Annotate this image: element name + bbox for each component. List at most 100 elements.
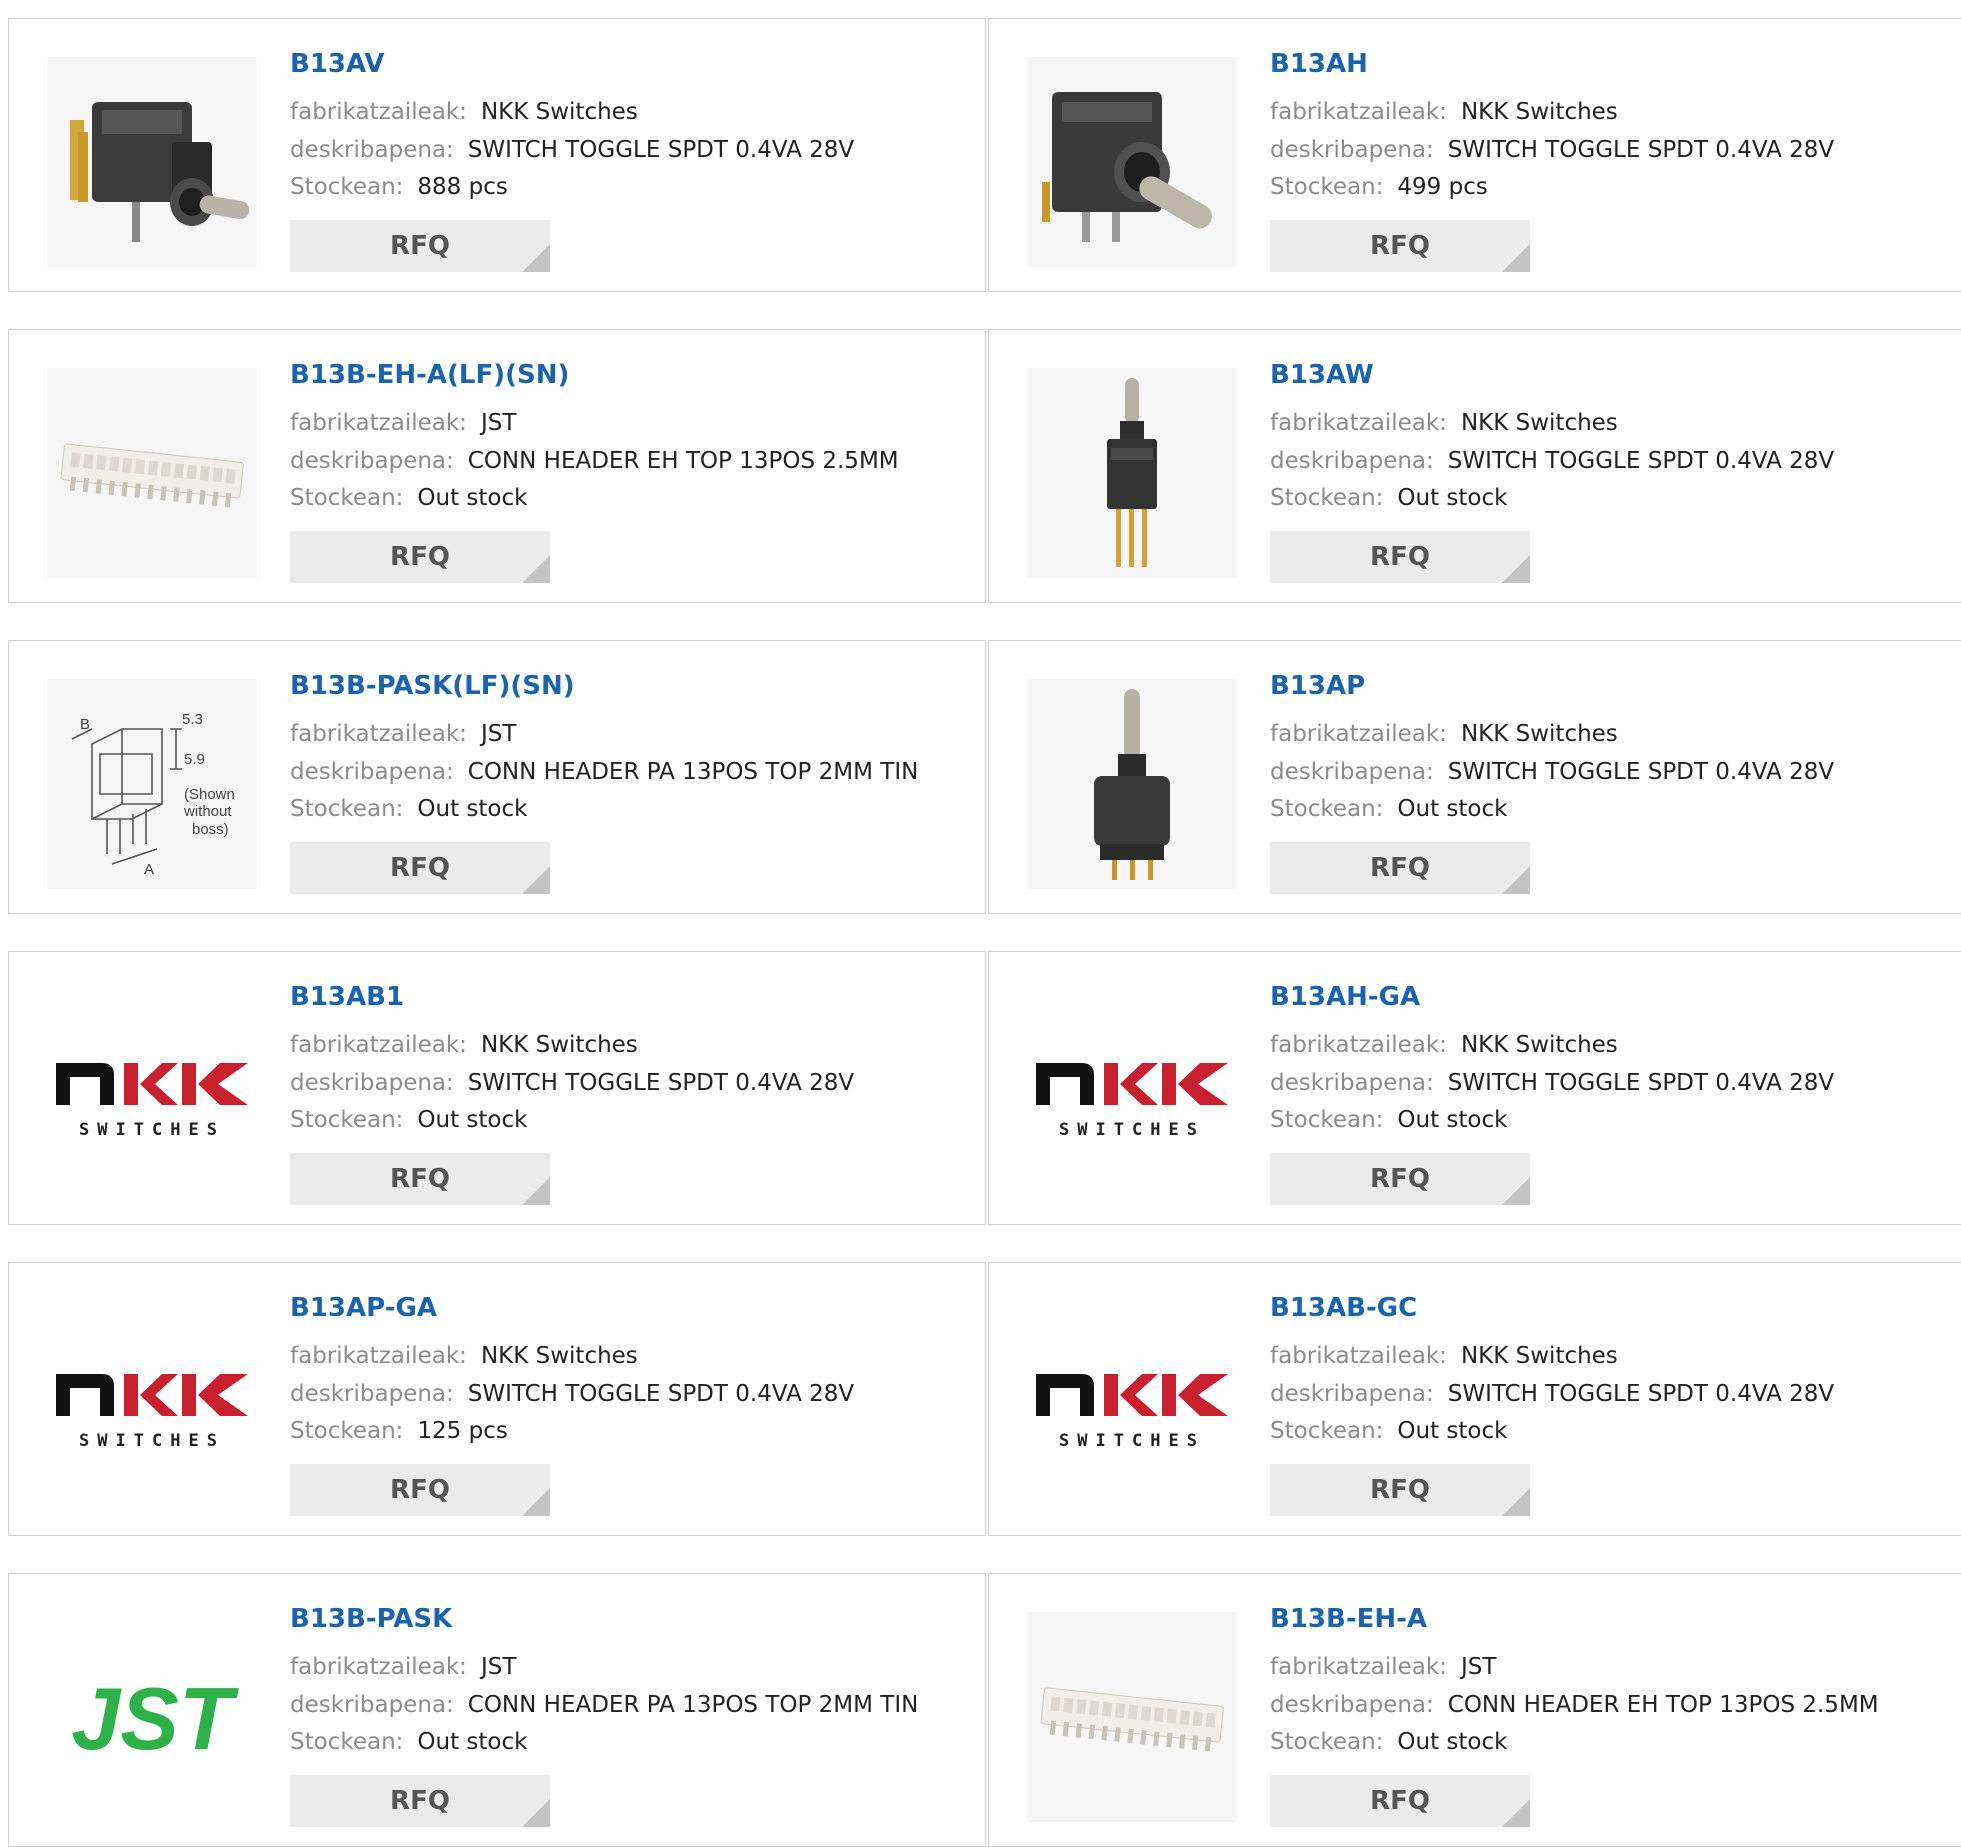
manufacturer-value: JST	[1460, 1654, 1497, 1680]
description-label: deskribapena:	[290, 137, 454, 163]
description-value: SWITCH TOGGLE SPDT 0.4VA 28V	[1447, 759, 1835, 785]
description-row: deskribapena: SWITCH TOGGLE SPDT 0.4VA 28…	[1270, 759, 1834, 785]
stock-value: Out stock	[1397, 796, 1508, 822]
stock-row: Stockean: 125 pcs	[290, 1418, 508, 1444]
rfq-label: RFQ	[1370, 1164, 1430, 1194]
product-part-link[interactable]: B13AB-GC	[1270, 1293, 1417, 1323]
manufacturer-label: fabrikatzaileak:	[290, 99, 467, 125]
manufacturer-label: fabrikatzaileak:	[1270, 721, 1447, 747]
product-image[interactable]	[1027, 1612, 1237, 1822]
nkk-logo[interactable]: SWITCHES	[47, 990, 257, 1200]
product-image[interactable]	[47, 57, 257, 267]
manufacturer-row: fabrikatzaileak: NKK Switches	[1270, 1343, 1618, 1369]
stock-row: Stockean: 499 pcs	[1270, 174, 1488, 200]
stock-row: Stockean: 888 pcs	[290, 174, 508, 200]
rfq-label: RFQ	[1370, 853, 1430, 883]
corner-triangle-icon	[1502, 555, 1530, 583]
product-part-link[interactable]: B13B-PASK	[290, 1604, 452, 1634]
description-label: deskribapena:	[1270, 1692, 1434, 1718]
manufacturer-row: fabrikatzaileak: NKK Switches	[1270, 410, 1618, 436]
manufacturer-value: NKK Switches	[1460, 410, 1618, 436]
product-image[interactable]	[1027, 57, 1237, 267]
rfq-button[interactable]: RFQ	[1270, 842, 1530, 894]
svg-text:SWITCHES: SWITCHES	[1059, 1120, 1205, 1140]
product-part-link[interactable]: B13AW	[1270, 360, 1374, 390]
rfq-button[interactable]: RFQ	[1270, 220, 1530, 272]
rfq-button[interactable]: RFQ	[1270, 1464, 1530, 1516]
stock-row: Stockean: Out stock	[290, 1729, 527, 1755]
description-row: deskribapena: SWITCH TOGGLE SPDT 0.4VA 28…	[290, 1070, 854, 1096]
product-image[interactable]	[1027, 368, 1237, 578]
manufacturer-row: fabrikatzaileak: JST	[290, 1654, 516, 1680]
description-row: deskribapena: CONN HEADER EH TOP 13POS 2.…	[290, 448, 899, 474]
description-label: deskribapena:	[290, 759, 454, 785]
rfq-button[interactable]: RFQ	[1270, 531, 1530, 583]
jst-logo[interactable]: JST	[47, 1612, 257, 1822]
manufacturer-row: fabrikatzaileak: JST	[290, 410, 516, 436]
rfq-button[interactable]: RFQ	[290, 220, 550, 272]
product-part-link[interactable]: B13B-EH-A	[1270, 1604, 1427, 1634]
corner-triangle-icon	[522, 1177, 550, 1205]
description-value: SWITCH TOGGLE SPDT 0.4VA 28V	[467, 1381, 855, 1407]
stock-value: Out stock	[417, 796, 528, 822]
manufacturer-value: JST	[480, 410, 517, 436]
rfq-button[interactable]: RFQ	[1270, 1153, 1530, 1205]
description-value: SWITCH TOGGLE SPDT 0.4VA 28V	[467, 1070, 855, 1096]
nkk-logo[interactable]: SWITCHES	[1027, 1301, 1237, 1511]
description-label: deskribapena:	[1270, 448, 1434, 474]
svg-text:JST: JST	[71, 1669, 239, 1767]
manufacturer-label: fabrikatzaileak:	[290, 1343, 467, 1369]
corner-triangle-icon	[522, 555, 550, 583]
rfq-label: RFQ	[390, 1786, 450, 1816]
svg-text:B: B	[80, 716, 90, 733]
product-card: B13B-EH-A(LF)(SN) fabrikatzaileak: JST desk…	[8, 329, 986, 603]
stock-value: Out stock	[417, 485, 528, 511]
product-card: B13AP fabrikatzaileak: NKK Switches deskrib…	[988, 640, 1961, 914]
product-card: SWITCHES B13AH-GA fabrikatzaileak: NKK Swit…	[988, 951, 1961, 1225]
manufacturer-value: NKK Switches	[480, 1343, 638, 1369]
product-part-link[interactable]: B13AH	[1270, 49, 1368, 79]
description-value: SWITCH TOGGLE SPDT 0.4VA 28V	[1447, 1381, 1835, 1407]
rfq-button[interactable]: RFQ	[290, 1775, 550, 1827]
product-part-link[interactable]: B13AP	[1270, 671, 1365, 701]
rfq-button[interactable]: RFQ	[290, 1153, 550, 1205]
description-label: deskribapena:	[290, 1692, 454, 1718]
stock-value: Out stock	[417, 1107, 528, 1133]
rfq-button[interactable]: RFQ	[290, 842, 550, 894]
description-value: CONN HEADER EH TOP 13POS 2.5MM	[1447, 1692, 1879, 1718]
description-label: deskribapena:	[1270, 759, 1434, 785]
product-image[interactable]: B 5.3 5.9 (Shown without boss) A	[47, 679, 257, 889]
manufacturer-label: fabrikatzaileak:	[290, 1032, 467, 1058]
description-row: deskribapena: CONN HEADER EH TOP 13POS 2.…	[1270, 1692, 1879, 1718]
product-part-link[interactable]: B13B-PASK(LF)(SN)	[290, 671, 575, 701]
product-part-link[interactable]: B13AV	[290, 49, 384, 79]
manufacturer-row: fabrikatzaileak: NKK Switches	[290, 99, 638, 125]
product-part-link[interactable]: B13B-EH-A(LF)(SN)	[290, 360, 569, 390]
manufacturer-row: fabrikatzaileak: NKK Switches	[1270, 99, 1618, 125]
product-image[interactable]	[1027, 679, 1237, 889]
product-part-link[interactable]: B13AP-GA	[290, 1293, 437, 1323]
stock-label: Stockean:	[1270, 1418, 1384, 1444]
product-image[interactable]	[47, 368, 257, 578]
product-part-link[interactable]: B13AB1	[290, 982, 404, 1012]
stock-value: Out stock	[1397, 1418, 1508, 1444]
nkk-logo[interactable]: SWITCHES	[47, 1301, 257, 1511]
svg-text:A: A	[144, 861, 154, 878]
rfq-button[interactable]: RFQ	[1270, 1775, 1530, 1827]
description-row: deskribapena: SWITCH TOGGLE SPDT 0.4VA 28…	[1270, 137, 1834, 163]
product-card: SWITCHES B13AP-GA fabrikatzaileak: NKK Swit…	[8, 1262, 986, 1536]
product-card: B13AH fabrikatzaileak: NKK Switches deskrib…	[988, 18, 1961, 292]
manufacturer-label: fabrikatzaileak:	[290, 721, 467, 747]
stock-label: Stockean:	[1270, 485, 1384, 511]
description-value: CONN HEADER EH TOP 13POS 2.5MM	[467, 448, 899, 474]
corner-triangle-icon	[522, 1488, 550, 1516]
rfq-button[interactable]: RFQ	[290, 1464, 550, 1516]
rfq-label: RFQ	[390, 1164, 450, 1194]
stock-label: Stockean:	[290, 1729, 404, 1755]
product-part-link[interactable]: B13AH-GA	[1270, 982, 1420, 1012]
svg-text:SWITCHES: SWITCHES	[79, 1120, 225, 1140]
rfq-button[interactable]: RFQ	[290, 531, 550, 583]
description-row: deskribapena: SWITCH TOGGLE SPDT 0.4VA 28…	[1270, 1381, 1834, 1407]
svg-text:boss): boss)	[192, 821, 229, 838]
nkk-logo[interactable]: SWITCHES	[1027, 990, 1237, 1200]
